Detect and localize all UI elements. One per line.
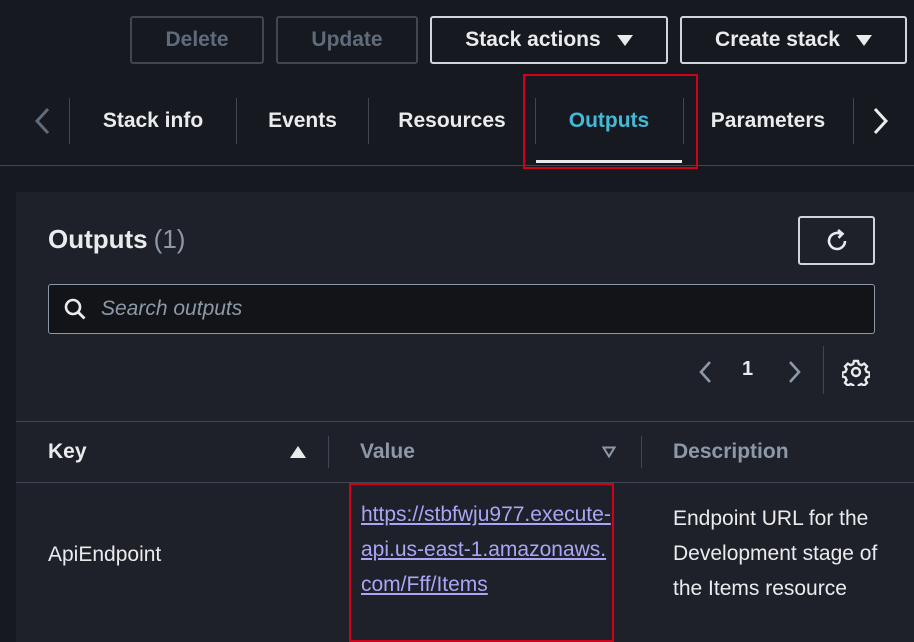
pagination: 1 [696,346,876,394]
highlight-box-output-value [349,483,614,642]
panel-title: Outputs (1) [48,224,185,255]
gear-icon[interactable] [842,358,870,386]
search-icon [64,298,86,320]
tab-label: Resources [398,109,506,132]
delete-button[interactable]: Delete [130,16,264,64]
current-page-number[interactable]: 1 [742,358,753,381]
sort-descending-icon[interactable] [602,446,616,458]
chevron-left-icon[interactable] [696,358,716,386]
column-divider[interactable] [641,436,642,468]
tab-stack-info[interactable]: Stack info [70,80,236,162]
caret-down-icon [855,34,872,46]
output-description: Endpoint URL for the Development stage o… [673,507,878,600]
output-key: ApiEndpoint [48,543,162,566]
panel-title-text: Outputs [48,224,148,254]
tab-events[interactable]: Events [237,80,368,162]
outputs-table-header: Key Value Description [16,421,914,483]
column-divider[interactable] [328,436,329,468]
outputs-count: (1) [153,224,186,254]
tab-divider [853,98,854,144]
pagination-divider [823,346,824,394]
update-button[interactable]: Update [276,16,418,64]
create-stack-label: Create stack [715,28,840,51]
column-header-value[interactable]: Value [360,440,415,464]
column-header-key[interactable]: Key [48,440,87,464]
chevron-right-icon[interactable] [867,104,893,138]
stack-actions-label: Stack actions [465,28,601,51]
tab-label: Parameters [710,109,826,132]
tab-resources[interactable]: Resources [369,80,535,162]
delete-button-label: Delete [165,28,229,51]
refresh-button[interactable] [798,216,875,265]
highlight-box-outputs-tab [523,74,698,169]
stack-actions-dropdown[interactable]: Stack actions [430,16,668,64]
stack-actions-bar: Delete Update Stack actions Create stack [0,16,914,66]
chevron-right-icon[interactable] [784,358,804,386]
stack-tabs: Stack info Events Resources Outputs Para… [0,80,914,166]
search-input[interactable] [99,296,863,322]
column-header-description[interactable]: Description [673,440,789,464]
tab-label: Events [268,109,337,132]
caret-down-icon [616,34,633,46]
tab-parameters[interactable]: Parameters [684,80,852,162]
update-button-label: Update [311,28,383,51]
refresh-icon [827,228,846,250]
create-stack-dropdown[interactable]: Create stack [680,16,907,64]
search-outputs-field[interactable] [48,284,875,334]
tab-label: Stack info [102,109,204,132]
chevron-left-icon[interactable] [30,104,56,138]
sort-ascending-icon[interactable] [290,446,306,458]
